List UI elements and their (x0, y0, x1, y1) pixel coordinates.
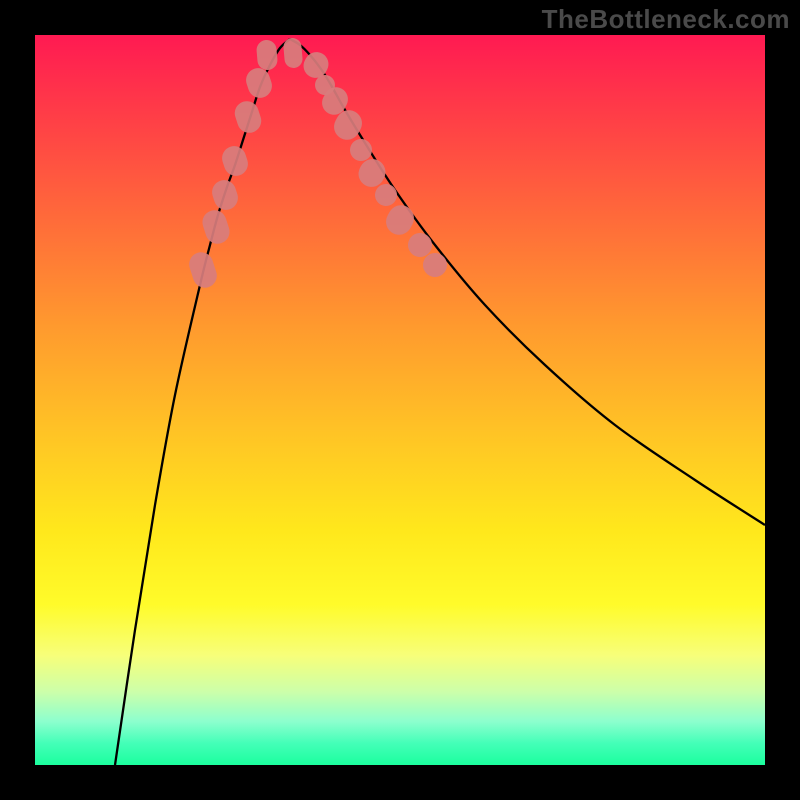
watermark-label: TheBottleneck.com (542, 4, 790, 35)
curve-marker (186, 249, 220, 291)
curve-left-branch (115, 39, 290, 765)
curve-marker (381, 201, 418, 240)
curve-marker (232, 98, 265, 136)
chart-frame: TheBottleneck.com (0, 0, 800, 800)
curve-marker (283, 37, 304, 68)
curve-right-branch (290, 39, 765, 525)
curve-marker (256, 39, 279, 71)
curve-overlay (35, 35, 765, 765)
plot-area (35, 35, 765, 765)
highlight-markers (186, 37, 451, 291)
curve-marker (199, 207, 232, 247)
curve-marker (243, 65, 275, 101)
curve-marker (209, 177, 241, 213)
curve-marker (219, 143, 251, 179)
